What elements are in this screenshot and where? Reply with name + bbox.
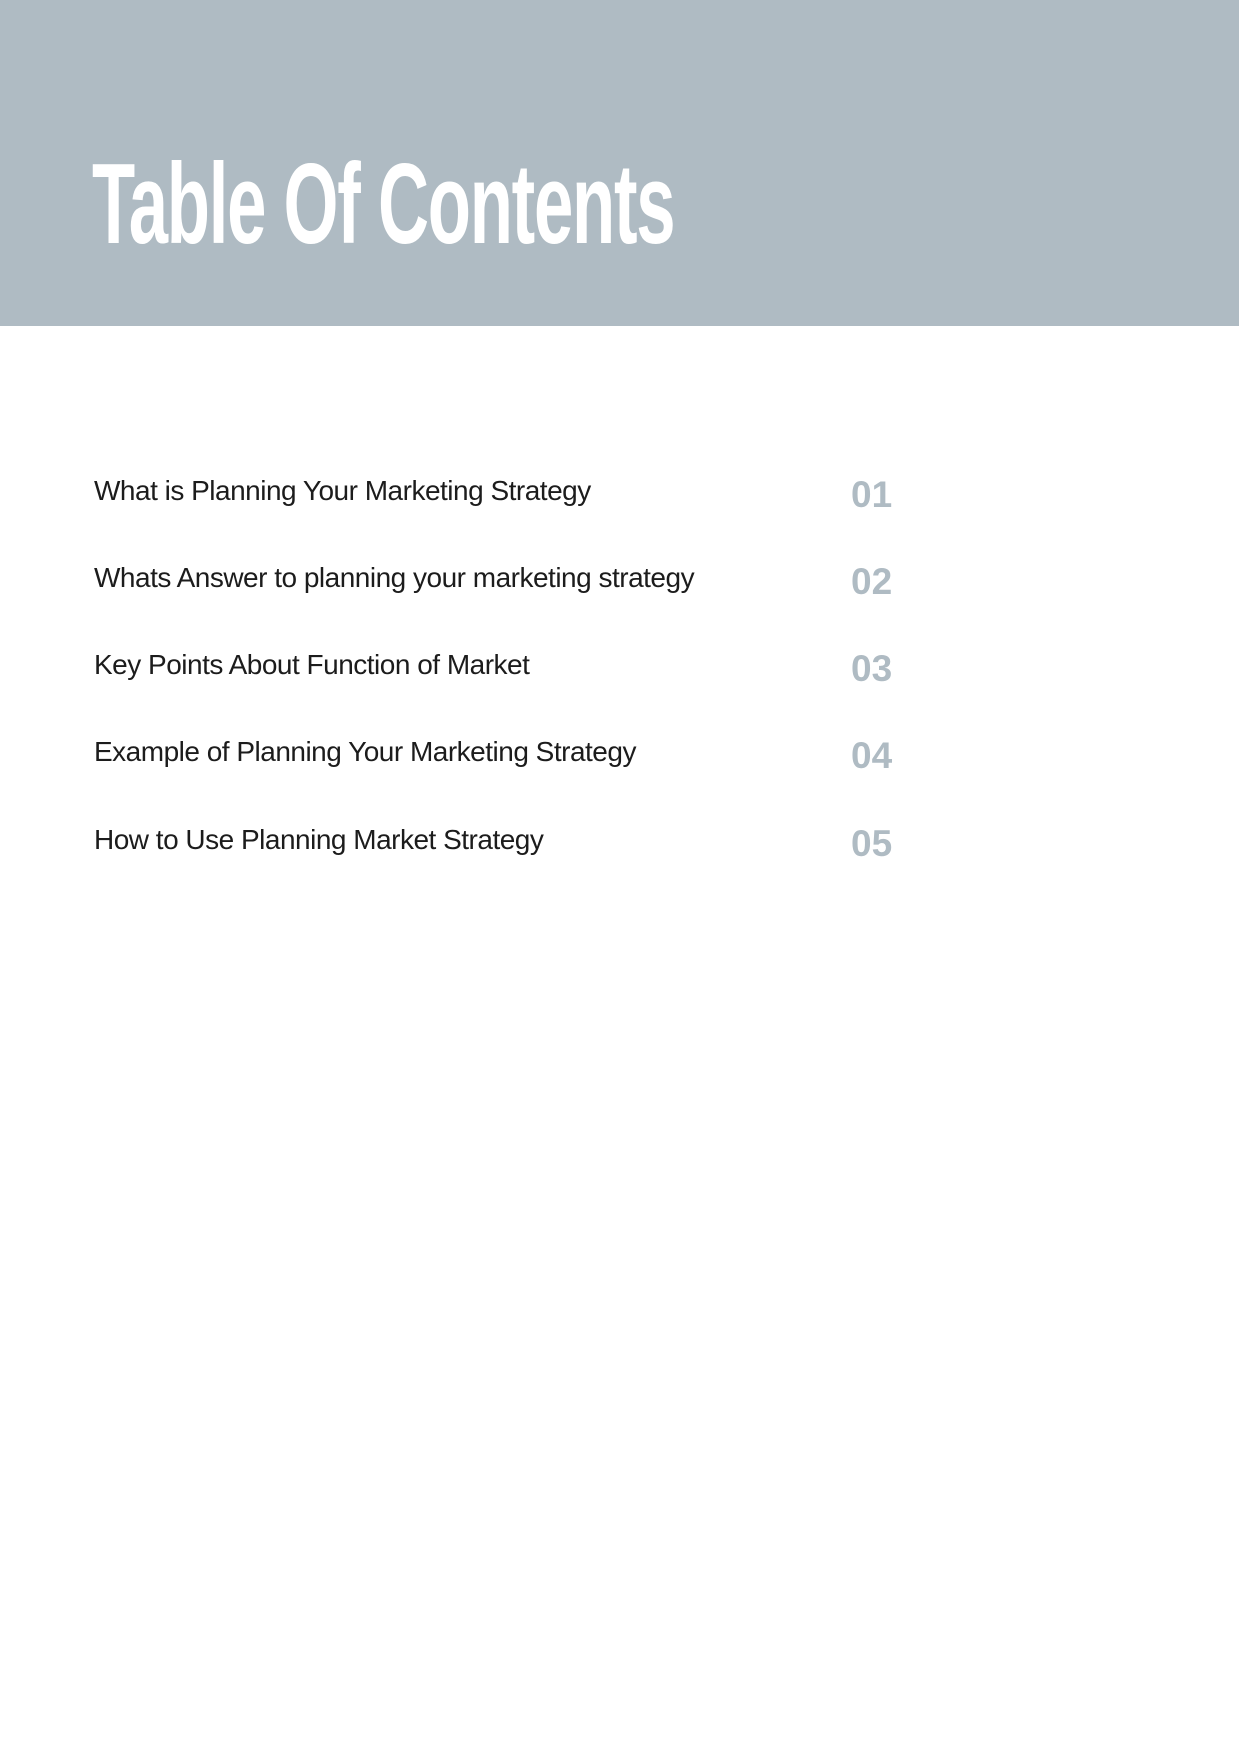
toc-entry-title: What is Planning Your Marketing Strategy	[94, 475, 591, 506]
toc-entry-title: How to Use Planning Market Strategy	[94, 824, 544, 855]
toc-entry-number: 05	[851, 823, 893, 864]
toc-entry-number: 02	[851, 561, 893, 602]
toc-entry-4[interactable]: Example of Planning Your Marketing Strat…	[0, 733, 1239, 793]
toc-entry-number: 01	[851, 474, 893, 515]
toc-entry-2[interactable]: Whats Answer to planning your marketing …	[0, 559, 1239, 619]
toc-entry-title: Whats Answer to planning your marketing …	[94, 562, 695, 593]
page-title: Table Of Contents	[92, 141, 676, 268]
toc-entry-number: 03	[851, 648, 893, 689]
toc-entry-title: Key Points About Function of Market	[94, 649, 530, 680]
toc-entry-5[interactable]: How to Use Planning Market Strategy 05	[0, 821, 1239, 881]
toc-entry-number: 04	[851, 735, 893, 776]
toc-entry-title: Example of Planning Your Marketing Strat…	[94, 736, 636, 767]
header-band: Table Of Contents	[0, 0, 1239, 326]
toc-entry-3[interactable]: Key Points About Function of Market 03	[0, 646, 1239, 706]
toc-entry-1[interactable]: What is Planning Your Marketing Strategy…	[0, 472, 1239, 532]
